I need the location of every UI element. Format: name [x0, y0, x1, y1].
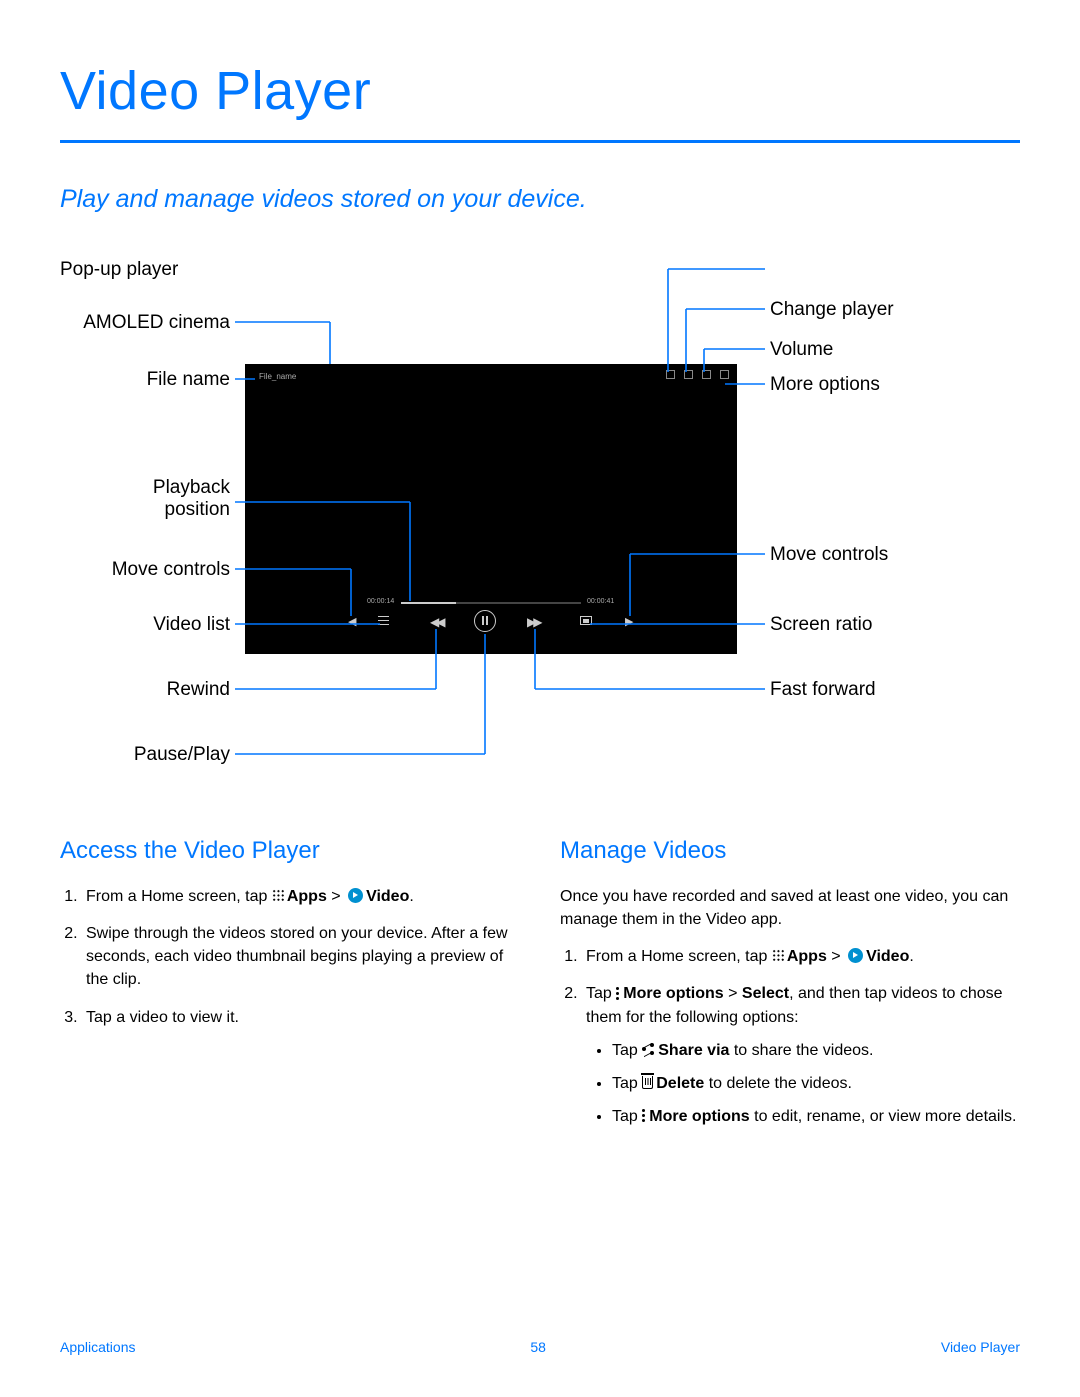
- ss-filename: File_name: [259, 372, 296, 381]
- body-columns: Access the Video Player From a Home scre…: [60, 834, 1020, 1142]
- footer-right: Video Player: [941, 1339, 1020, 1355]
- footer-page-number: 58: [530, 1339, 546, 1355]
- more-options-icon: [616, 987, 619, 1000]
- time-total: 00:00:41: [587, 598, 614, 605]
- col-access: Access the Video Player From a Home scre…: [60, 834, 520, 1142]
- label-move-right: Move controls: [770, 544, 888, 566]
- manage-bullet-share: Tap Share via to share the videos.: [612, 1039, 1020, 1062]
- access-step-1: From a Home screen, tap Apps > Video.: [82, 885, 520, 908]
- video-icon: [848, 948, 863, 963]
- label-change: Change player: [770, 299, 894, 321]
- right-arrow-icon: ▶: [625, 615, 633, 628]
- more-options-icon: [642, 1109, 645, 1122]
- forward-icon: ▶▶: [527, 615, 539, 629]
- popup-icon: [666, 370, 675, 379]
- page-subtitle: Play and manage videos stored on your de…: [60, 185, 1020, 214]
- apps-icon: [772, 949, 785, 962]
- ss-top-icons: [666, 370, 729, 379]
- label-popup: Pop-up player: [60, 259, 178, 281]
- apps-icon: [272, 889, 285, 902]
- manage-intro: Once you have recorded and saved at leas…: [560, 885, 1020, 931]
- manage-bullet-delete: Tap Delete to delete the videos.: [612, 1072, 1020, 1095]
- access-step-2: Swipe through the videos stored on your …: [82, 922, 520, 992]
- video-icon: [348, 888, 363, 903]
- label-volume: Volume: [770, 339, 833, 361]
- time-elapsed: 00:00:14: [367, 598, 394, 605]
- label-ratio: Screen ratio: [770, 614, 872, 636]
- list-icon: [378, 616, 389, 625]
- ratio-icon: [580, 616, 592, 625]
- left-arrow-icon: ◀: [348, 615, 356, 628]
- label-move-left: Move controls: [60, 559, 230, 581]
- rewind-icon: ◀◀: [430, 615, 442, 629]
- label-pauseplay: Pause/Play: [60, 744, 230, 766]
- label-videolist: Video list: [60, 614, 230, 636]
- page-footer: Applications 58 Video Player: [60, 1339, 1020, 1355]
- label-more: More options: [770, 374, 880, 396]
- share-icon: [642, 1043, 655, 1056]
- label-rewind: Rewind: [60, 679, 230, 701]
- label-playback: Playback position: [60, 477, 230, 521]
- manage-bullet-more: Tap More options to edit, rename, or vie…: [612, 1105, 1020, 1128]
- col-manage: Manage Videos Once you have recorded and…: [560, 834, 1020, 1142]
- page-title: Video Player: [60, 60, 1020, 122]
- access-step-3: Tap a video to view it.: [82, 1006, 520, 1029]
- label-amoled: AMOLED cinema: [60, 312, 230, 334]
- heading-access: Access the Video Player: [60, 834, 520, 869]
- manage-step-2: Tap More options > Select, and then tap …: [582, 982, 1020, 1128]
- label-filename: File name: [60, 369, 230, 391]
- pause-icon: [474, 610, 496, 632]
- title-divider: [60, 140, 1020, 143]
- heading-manage: Manage Videos: [560, 834, 1020, 869]
- manage-step-1: From a Home screen, tap Apps > Video.: [582, 945, 1020, 968]
- change-icon: [684, 370, 693, 379]
- annotated-diagram: AMOLED cinema File name Playback positio…: [60, 244, 1020, 804]
- delete-icon: [642, 1076, 653, 1089]
- player-screenshot: File_name 00:00:14 00:00:41 ◀ ▶ ◀◀ ▶▶: [245, 364, 737, 654]
- footer-left: Applications: [60, 1339, 136, 1355]
- progress-bar: [401, 602, 581, 604]
- more-icon: [720, 370, 729, 379]
- volume-icon: [702, 370, 711, 379]
- label-ffwd: Fast forward: [770, 679, 876, 701]
